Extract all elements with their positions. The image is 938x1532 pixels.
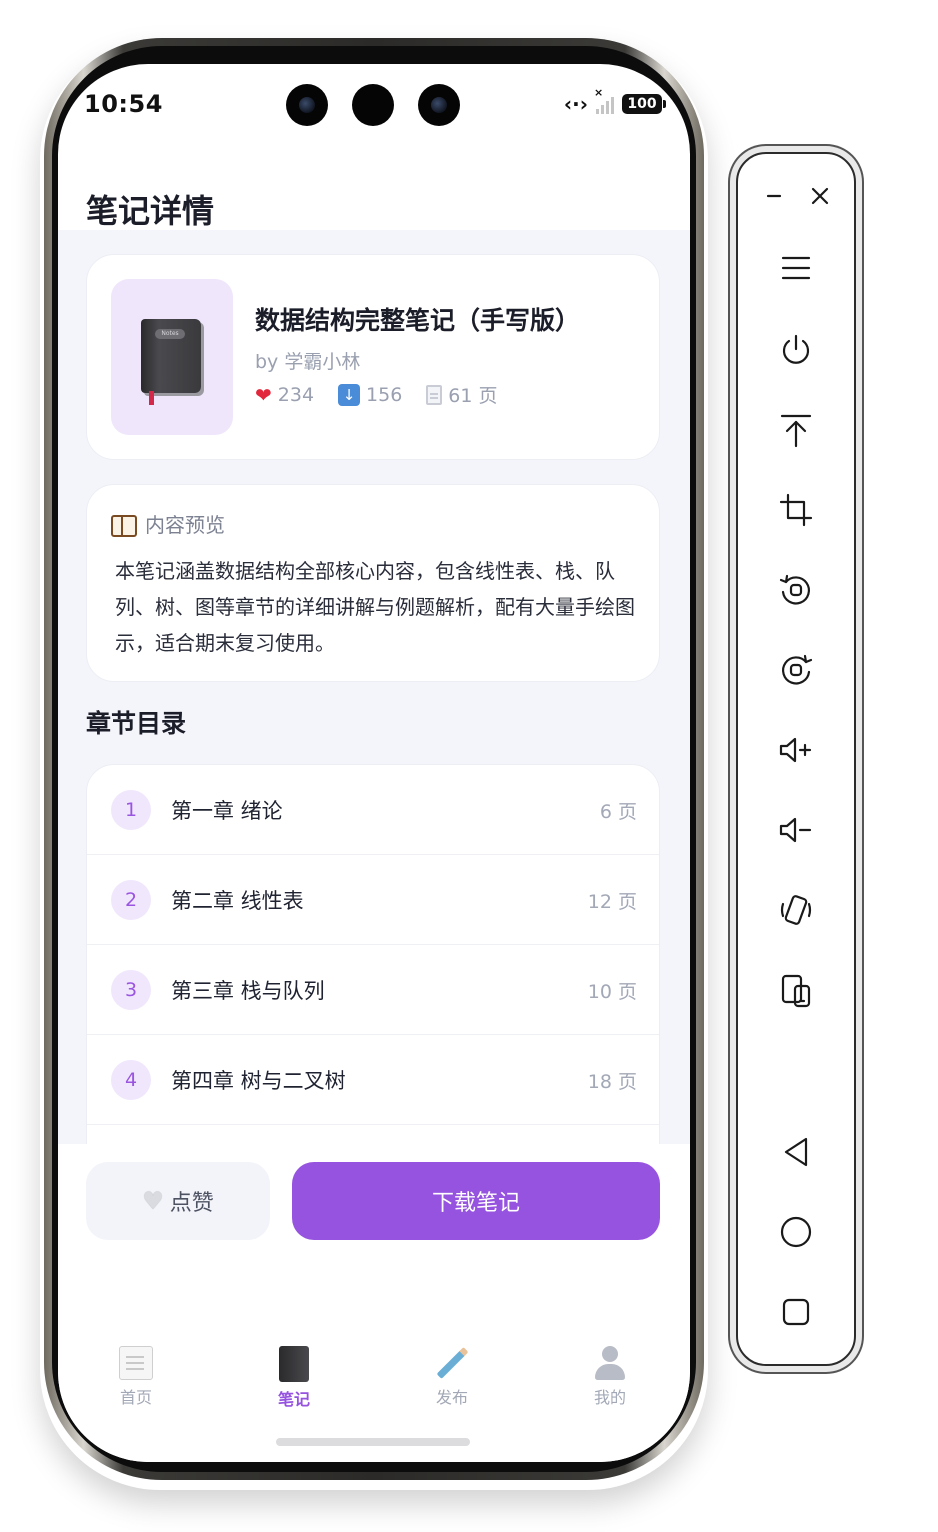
tab-label: 我的	[593, 1388, 626, 1407]
status-time: 10:54	[84, 90, 163, 118]
download-icon: ↓	[338, 383, 361, 406]
status-icons: ‹·› × 100	[563, 86, 666, 116]
front-camera-left	[286, 84, 328, 126]
close-icon[interactable]	[800, 176, 840, 216]
note-author: by 学霸小林	[255, 351, 361, 373]
user-icon	[593, 1346, 627, 1380]
content-preview-card: 内容预览 本笔记涵盖数据结构全部核心内容，包含线性表、栈、队列、树、图等章节的详…	[86, 484, 660, 682]
preview-heading-label: 内容预览	[145, 513, 225, 537]
tab-home[interactable]: 首页	[96, 1346, 176, 1408]
chapter-title: 第四章 树与二叉树	[171, 1069, 346, 1093]
chapters-heading: 章节目录	[86, 709, 187, 738]
battery-icon: 100	[622, 94, 666, 114]
volume-down-icon[interactable]	[738, 800, 854, 860]
chapter-pages: 12 页	[587, 891, 637, 913]
pin-top-icon[interactable]	[738, 400, 854, 460]
back-icon[interactable]	[738, 1122, 854, 1182]
chapter-number: 2	[111, 880, 151, 920]
tab-notes[interactable]: 笔记	[254, 1346, 334, 1410]
like-count: 234	[277, 383, 315, 406]
phone-screen: 10:54 ‹·› × 100 笔记详情 数据结构完整笔记（手写版） by 学霸…	[58, 64, 690, 1462]
notebook-icon	[279, 1346, 309, 1382]
document-icon	[426, 384, 443, 405]
download-button-label: 下载笔记	[431, 1191, 520, 1216]
home-icon[interactable]	[738, 1202, 854, 1262]
tab-label: 首页	[119, 1388, 152, 1407]
pencil-icon	[435, 1346, 469, 1380]
note-stats: ❤ 234 ↓ 156 61 页	[255, 381, 498, 408]
signal-icon: ×	[594, 86, 614, 114]
note-summary-card: 数据结构完整笔记（手写版） by 学霸小林 ❤ 234 ↓ 156 61 页	[86, 254, 660, 460]
page-count-stat: 61 页	[426, 381, 498, 408]
open-book-icon	[111, 514, 137, 537]
rotate-right-icon[interactable]	[738, 640, 854, 700]
tab-label: 笔记	[277, 1390, 310, 1409]
notebook-icon	[141, 319, 201, 405]
tab-label: 发布	[435, 1388, 468, 1407]
chapter-pages: 6 页	[599, 801, 637, 823]
preview-heading: 内容预览	[111, 509, 225, 538]
memo-icon	[119, 1346, 153, 1380]
chapter-pages: 10 页	[587, 981, 637, 1003]
device-switch-icon[interactable]	[738, 960, 854, 1020]
emulator-toolbar	[736, 152, 856, 1366]
like-button[interactable]: ♥ 点赞	[86, 1162, 270, 1240]
chapter-row[interactable]: 2 第二章 线性表 12 页	[87, 855, 659, 945]
power-icon[interactable]	[738, 320, 854, 380]
front-camera-center	[352, 84, 394, 126]
chapter-row[interactable]: 3 第三章 栈与队列 10 页	[87, 945, 659, 1035]
heart-outline-icon: ♥	[142, 1187, 164, 1215]
recents-icon[interactable]	[738, 1282, 854, 1342]
download-button[interactable]: 下载笔记	[292, 1162, 660, 1240]
minimize-icon[interactable]	[754, 176, 794, 216]
chapter-pages: 18 页	[587, 1071, 637, 1093]
volume-up-icon[interactable]	[738, 720, 854, 780]
chapter-list[interactable]: 1 第一章 绪论 6 页 2 第二章 线性表 12 页 3 第三章 栈与队列 1…	[86, 764, 660, 1164]
front-camera-right	[418, 84, 460, 126]
tab-profile[interactable]: 我的	[570, 1346, 650, 1408]
chapter-title: 第三章 栈与队列	[171, 979, 325, 1003]
download-count-stat: ↓ 156	[338, 381, 402, 408]
chapter-number: 4	[111, 1060, 151, 1100]
crop-icon[interactable]	[738, 480, 854, 540]
chapter-title: 第一章 绪论	[171, 799, 283, 823]
note-cover	[111, 279, 233, 435]
shake-icon[interactable]	[738, 880, 854, 940]
chapter-row[interactable]: 4 第四章 树与二叉树 18 页	[87, 1035, 659, 1125]
chapter-title: 第二章 线性表	[171, 889, 304, 913]
preview-text: 本笔记涵盖数据结构全部核心内容，包含线性表、栈、队列、树、图等章节的详细讲解与例…	[115, 559, 635, 655]
chapter-number: 3	[111, 970, 151, 1010]
chapter-number: 1	[111, 790, 151, 830]
tab-publish[interactable]: 发布	[412, 1346, 492, 1408]
page-title: 笔记详情	[86, 192, 215, 230]
action-bar: ♥ 点赞 下载笔记	[58, 1144, 690, 1462]
like-button-label: 点赞	[169, 1191, 214, 1216]
page-count: 61 页	[448, 385, 498, 407]
home-indicator[interactable]	[276, 1438, 470, 1446]
chapter-row[interactable]: 1 第一章 绪论 6 页	[87, 765, 659, 855]
heart-icon: ❤	[255, 382, 272, 407]
data-transfer-icon: ‹·›	[563, 92, 588, 116]
menu-icon[interactable]	[738, 238, 854, 298]
note-title: 数据结构完整笔记（手写版）	[255, 306, 581, 335]
rotate-left-icon[interactable]	[738, 560, 854, 620]
download-count: 156	[366, 383, 403, 406]
like-count-stat: ❤ 234	[255, 381, 314, 408]
